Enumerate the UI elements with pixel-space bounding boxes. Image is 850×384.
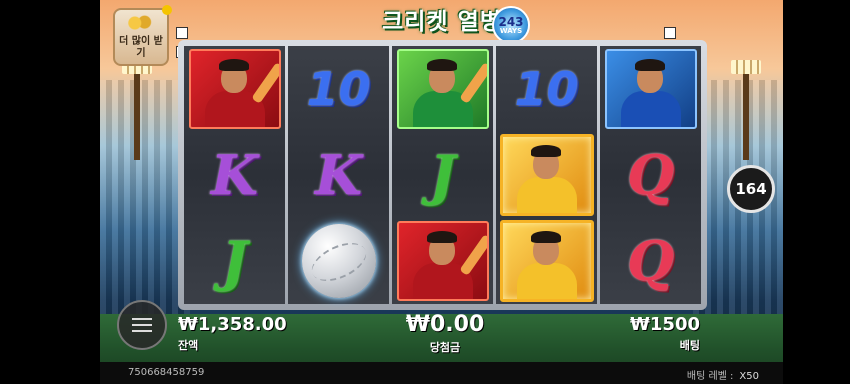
flag-icon	[664, 24, 686, 58]
player-red-symbol	[188, 49, 281, 129]
bet-value: ₩1500	[630, 314, 700, 335]
buy-more-label: 더 많이 받기	[119, 36, 163, 59]
symbol-j: J	[221, 229, 248, 293]
bet-label: 배팅	[679, 339, 700, 352]
reel-4: 10	[496, 46, 597, 304]
player-gold-symbol	[499, 134, 594, 216]
symbol-k: K	[211, 143, 258, 207]
bet-level-value: X50	[739, 371, 759, 382]
flag-icon	[176, 24, 198, 58]
game-stage: 크리켓 열병 243 WAYS 더 많이 받기 K J 10 K J 10 Q Q 164 ₩…	[100, 0, 783, 384]
player-blue-symbol	[604, 49, 697, 129]
player-red-symbol	[396, 221, 489, 301]
reel-cell	[288, 218, 389, 304]
symbol-10: 10	[514, 62, 579, 116]
symbol-k: K	[315, 143, 362, 207]
menu-icon	[132, 318, 152, 320]
symbol-10: 10	[306, 62, 371, 116]
reel-grid: K J 10 K J 10 Q Q	[184, 46, 701, 304]
balance-display: ₩1,358.00 잔액	[178, 314, 287, 353]
reel-3: J	[392, 46, 493, 304]
coins-icon	[125, 14, 153, 32]
ways-label: WAYS	[499, 26, 523, 35]
balance-value: ₩1,358.00	[178, 314, 287, 335]
reel-cell	[496, 132, 597, 218]
game-id: 750668458759	[128, 367, 205, 378]
notification-dot	[162, 5, 172, 15]
reel-cell: J	[184, 218, 285, 304]
ways-number: 243	[498, 14, 524, 29]
win-value: ₩0.00	[405, 312, 485, 337]
player-green-symbol	[396, 49, 489, 129]
reel-2: 10 K	[288, 46, 389, 304]
reel-cell: K	[184, 132, 285, 218]
ways-badge: 243 WAYS	[492, 6, 530, 44]
reel-cell: J	[392, 132, 493, 218]
stadium-left	[100, 80, 190, 320]
win-label: 당첨금	[429, 341, 461, 354]
reel-cell: K	[288, 132, 389, 218]
reel-cell: Q	[600, 218, 701, 304]
player-gold-symbol	[499, 220, 594, 302]
reel-cell	[392, 46, 493, 132]
reel-cell: 10	[496, 46, 597, 132]
reel-cell: 10	[288, 46, 389, 132]
reel-cell: Q	[600, 132, 701, 218]
symbol-q: Q	[626, 229, 675, 293]
cricket-ball-symbol	[301, 224, 376, 298]
reel-cell	[496, 218, 597, 304]
menu-button[interactable]	[117, 300, 167, 350]
buy-more-button[interactable]: 더 많이 받기	[113, 8, 169, 66]
floodlight-left	[122, 60, 152, 160]
floodlight-right	[731, 60, 761, 160]
win-display: ₩0.00 당첨금	[390, 312, 500, 355]
symbol-j: J	[429, 143, 456, 207]
bet-level: 배팅 레벨 : X50	[687, 367, 759, 382]
spin-counter-button[interactable]: 164	[727, 165, 775, 213]
reel-cell	[392, 218, 493, 304]
reel-cell	[600, 46, 701, 132]
bet-level-label: 배팅 레벨 :	[686, 371, 734, 382]
symbol-q: Q	[626, 143, 675, 207]
bet-display[interactable]: ₩1500 배팅	[620, 314, 700, 353]
balance-label: 잔액	[178, 339, 199, 352]
reel-cell	[184, 46, 285, 132]
reel-1: KJ	[184, 46, 285, 304]
reel-5: QQ	[600, 46, 701, 304]
